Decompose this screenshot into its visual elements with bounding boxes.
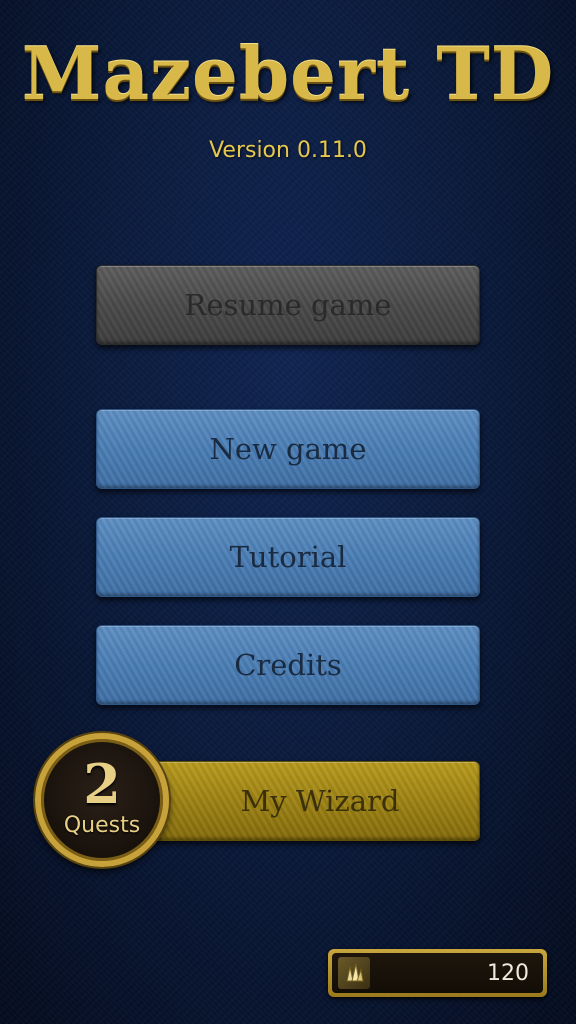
tutorial-label: Tutorial	[229, 540, 347, 574]
quests-label: Quests	[63, 812, 141, 838]
game-title: Mazebert TD	[21, 31, 555, 116]
my-wizard-label: My Wizard	[240, 784, 400, 818]
resume-game-button[interactable]: Resume game	[96, 265, 480, 345]
tutorial-button[interactable]: Tutorial	[96, 517, 480, 597]
currency-value: 120	[487, 960, 529, 986]
credits-label: Credits	[234, 648, 342, 682]
credits-button[interactable]: Credits	[96, 625, 480, 705]
version-label: Version 0.11.0	[209, 138, 367, 163]
quests-count: 2	[83, 751, 121, 816]
new-game-label: New game	[209, 432, 367, 466]
new-game-button[interactable]: New game	[96, 409, 480, 489]
crystal-icon	[338, 957, 370, 989]
resume-game-label: Resume game	[184, 288, 392, 322]
my-wizard-button[interactable]: My Wizard	[120, 761, 480, 841]
quests-badge[interactable]: 2 Quests	[35, 733, 169, 867]
currency-display: 120	[328, 949, 547, 997]
